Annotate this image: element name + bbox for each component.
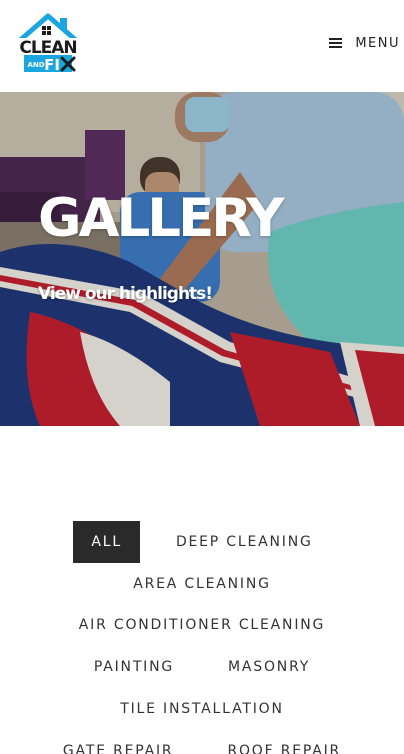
filter-roof-repair[interactable]: ROOF REPAIR	[209, 730, 359, 754]
page-title: GALLERY	[38, 188, 285, 249]
hamburger-icon	[329, 37, 343, 49]
filter-area-cleaning[interactable]: AREA CLEANING	[115, 563, 289, 605]
filter-all[interactable]: ALL	[73, 521, 140, 563]
hero-banner: GALLERY View our highlights!	[0, 92, 404, 426]
filter-row: PAINTING MASONRY	[0, 646, 404, 688]
svg-text:FI: FI	[44, 56, 60, 74]
site-header: CLEAN AND FI MENU	[0, 0, 404, 92]
hero-subtitle: View our highlights!	[38, 284, 213, 304]
menu-button[interactable]: MENU	[329, 33, 400, 53]
hero-background-image	[0, 92, 404, 426]
filter-row: AREA CLEANING	[0, 563, 404, 605]
filter-air-conditioner-cleaning[interactable]: AIR CONDITIONER CLEANING	[61, 604, 343, 646]
filter-deep-cleaning[interactable]: DEEP CLEANING	[158, 521, 331, 563]
filter-row: ALL DEEP CLEANING	[0, 521, 404, 563]
filter-masonry[interactable]: MASONRY	[210, 646, 328, 688]
filter-painting[interactable]: PAINTING	[76, 646, 192, 688]
svg-text:CLEAN: CLEAN	[19, 38, 76, 58]
filter-row: TILE INSTALLATION	[0, 688, 404, 730]
filter-tile-installation[interactable]: TILE INSTALLATION	[102, 688, 302, 730]
filter-row: GATE REPAIR ROOF REPAIR	[0, 730, 404, 754]
menu-label: MENU	[355, 35, 400, 51]
svg-text:AND: AND	[27, 61, 44, 69]
filter-gate-repair[interactable]: GATE REPAIR	[45, 730, 192, 754]
filter-row: AIR CONDITIONER CLEANING	[0, 604, 404, 646]
clean-and-fix-logo[interactable]: CLEAN AND FI	[14, 12, 82, 76]
